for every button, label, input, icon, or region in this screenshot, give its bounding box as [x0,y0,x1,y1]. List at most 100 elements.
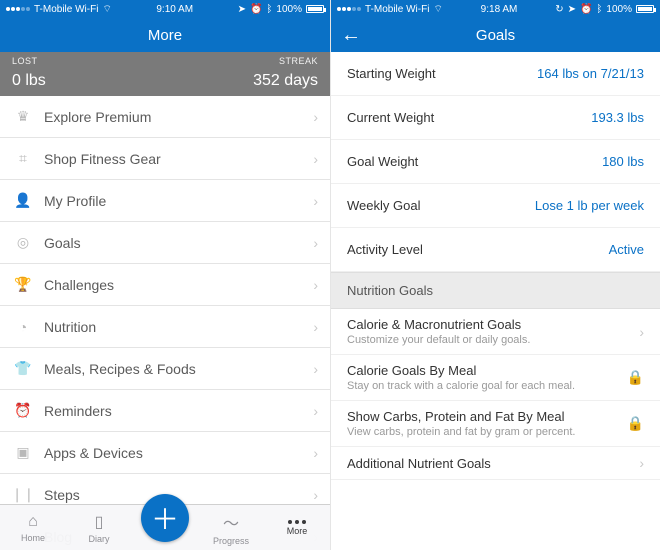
chevron-right-icon: › [313,361,318,377]
tab-label: Home [21,533,45,543]
steps-icon: ❘❘ [12,486,34,503]
menu-item-label: My Profile [44,193,313,209]
nutrition-row[interactable]: Show Carbs, Protein and Fat By MealView … [331,401,660,447]
fab-add-button[interactable]: ＋ [141,494,189,542]
status-time: 9:10 AM [112,4,238,15]
shirt-icon: 👕 [12,360,34,377]
profile-icon: 👤 [12,192,34,209]
navbar-goals: ← Goals [331,18,660,52]
tab-home[interactable]: ⌂Home [0,505,66,550]
banner-lost-label: LOST [12,56,46,66]
menu-item-label: Reminders [44,403,313,419]
goal-row[interactable]: Goal Weight180 lbs [331,140,660,184]
rotation-icon: ↻ [555,4,563,15]
progress-icon: 〜 [223,510,239,534]
row-title: Calorie & Macronutrient Goals [347,317,631,332]
more-icon [288,520,306,524]
goal-value: 164 lbs on 7/21/13 [537,66,644,81]
menu-item-trophy[interactable]: 🏆Challenges› [0,264,330,306]
menu-item-shirt[interactable]: 👕 Meals, Recipes & Foods› [0,348,330,390]
menu-item-label: Nutrition [44,319,313,335]
nutrition-row[interactable]: Calorie Goals By Meal Stay on track with … [331,355,660,401]
menu-item-label: Goals [44,235,313,251]
menu-item-label: Meals, Recipes & Foods [44,361,313,377]
tab-label: Progress [213,536,249,546]
goal-row[interactable]: Starting Weight164 lbs on 7/21/13 [331,52,660,96]
location-icon: ➤ [238,4,246,15]
target-icon: ◎ [12,234,34,251]
plus-icon: ＋ [151,498,179,538]
wifi-icon: ⌔ [102,3,111,16]
menu-list: ♛Explore Premium›⌗Shop Fitness Gear›👤My … [0,96,330,550]
goal-row[interactable]: Current Weight193.3 lbs [331,96,660,140]
battery-icon [636,5,654,13]
section-header-nutrition: Nutrition Goals [331,272,660,309]
status-time: 9:18 AM [443,4,555,15]
signal-dots-icon [6,7,30,11]
menu-item-profile[interactable]: 👤 My Profile› [0,180,330,222]
menu-item-target[interactable]: ◎ Goals› [0,222,330,264]
chevron-right-icon: › [313,193,318,209]
tab-more[interactable]: More [264,505,330,550]
chevron-right-icon: › [313,151,318,167]
menu-item-label: Challenges [44,277,313,293]
row-subtitle: View carbs, protein and fat by gram or p… [347,426,619,438]
tab-label: Diary [88,534,109,544]
goal-row[interactable]: Weekly GoalLose 1 lb per week [331,184,660,228]
menu-item-label: Shop Fitness Gear [44,151,313,167]
goals-list: Starting Weight164 lbs on 7/21/13Current… [331,52,660,550]
status-bar: T-Mobile Wi-Fi ⌔ 9:18 AM ↻ ➤ ⏰ ᛒ 100% [331,0,660,18]
pie-icon: ◔ [12,319,34,335]
nutrition-row[interactable]: Calorie & Macronutrient Goals Customize y… [331,309,660,355]
devices-icon: ▣ [12,444,34,461]
clock-icon: ⏰ [12,402,34,419]
nutrition-row[interactable]: Additional Nutrient Goals› [331,447,660,480]
row-title: Additional Nutrient Goals [347,456,631,471]
crown-icon: ♛ [12,108,34,125]
banner-streak-label: STREAK [253,56,318,66]
menu-item-label: Apps & Devices [44,445,313,461]
back-button[interactable]: ← [341,25,361,45]
phone-goals: T-Mobile Wi-Fi ⌔ 9:18 AM ↻ ➤ ⏰ ᛒ 100% ← … [330,0,660,550]
chevron-right-icon: › [639,324,644,340]
goal-name: Activity Level [347,242,609,257]
battery-percent: 100% [276,4,302,15]
status-bar: T-Mobile Wi-Fi ⌔ 9:10 AM ➤ ⏰ ᛒ 100% [0,0,330,18]
menu-item-devices[interactable]: ▣Apps & Devices› [0,432,330,474]
tab-progress[interactable]: 〜 Progress [198,505,264,550]
ua-icon: ⌗ [12,150,34,167]
wifi-icon: ⌔ [433,3,442,16]
row-subtitle: Stay on track with a calorie goal for ea… [347,380,619,392]
chevron-right-icon: › [313,235,318,251]
goal-name: Current Weight [347,110,591,125]
menu-item-ua[interactable]: ⌗ Shop Fitness Gear› [0,138,330,180]
banner-streak-value: 352 days [253,72,318,90]
goal-row[interactable]: Activity LevelActive [331,228,660,272]
battery-icon [306,5,324,13]
alarm-icon: ⏰ [250,4,262,15]
lock-icon: 🔒 [627,415,644,432]
menu-item-pie[interactable]: ◔Nutrition› [0,306,330,348]
chevron-right-icon: › [313,277,318,293]
goal-name: Starting Weight [347,66,537,81]
menu-item-crown[interactable]: ♛Explore Premium› [0,96,330,138]
banner-lost-value: 0 lbs [12,72,46,90]
tab-diary[interactable]: ▯ Diary [66,505,132,550]
alarm-icon: ⏰ [580,4,592,15]
goal-value: 180 lbs [602,154,644,169]
location-icon: ➤ [568,4,576,15]
lock-icon: 🔒 [627,369,644,386]
page-title: Goals [476,27,515,44]
chevron-right-icon: › [313,403,318,419]
tab-bar: ⌂Home ▯Diary 〜Progress More ＋ [0,504,330,550]
row-title: Calorie Goals By Meal [347,363,619,378]
carrier-label: T-Mobile Wi-Fi [34,4,98,15]
carrier-label: T-Mobile Wi-Fi [365,4,429,15]
page-title: More [148,27,182,44]
goal-value: 193.3 lbs [591,110,644,125]
menu-item-clock[interactable]: ⏰ Reminders› [0,390,330,432]
row-subtitle: Customize your default or daily goals. [347,334,631,346]
diary-icon: ▯ [95,512,104,532]
signal-dots-icon [337,7,361,11]
goal-value: Lose 1 lb per week [535,198,644,213]
